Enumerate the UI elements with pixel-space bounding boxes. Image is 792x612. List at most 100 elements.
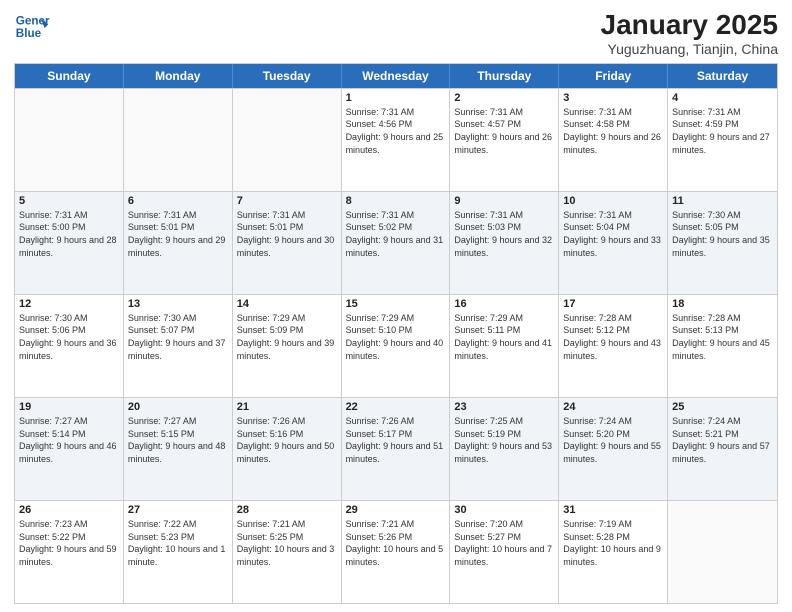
calendar-row: 5Sunrise: 7:31 AM Sunset: 5:00 PM Daylig…	[15, 191, 777, 294]
day-number: 20	[128, 401, 228, 413]
calendar-cell: 14 Sunrise: 7:29 AM Sunset: 5:09 PM Dayli…	[233, 295, 342, 397]
calendar-cell: 3 Sunrise: 7:31 AM Sunset: 4:58 PM Daylig…	[559, 89, 668, 191]
sun-info: Sunrise: 7:31 AM Sunset: 4:59 PM Dayligh…	[672, 106, 773, 156]
sun-info: Sunrise: 7:30 AM Sunset: 5:06 PM Dayligh…	[19, 312, 119, 362]
calendar-cell	[124, 89, 233, 191]
calendar-cell: 8Sunrise: 7:31 AM Sunset: 5:02 PM Daylig…	[342, 192, 451, 294]
calendar-cell: 19Sunrise: 7:27 AM Sunset: 5:14 PM Dayli…	[15, 398, 124, 500]
calendar-cell: 16 Sunrise: 7:29 AM Sunset: 5:11 PM Dayli…	[450, 295, 559, 397]
header: General Blue January 2025 Yuguzhuang, Ti…	[14, 10, 778, 57]
calendar-cell: 4 Sunrise: 7:31 AM Sunset: 4:59 PM Daylig…	[668, 89, 777, 191]
sun-info: Sunrise: 7:27 AM Sunset: 5:14 PM Dayligh…	[19, 415, 119, 465]
sun-info: Sunrise: 7:28 AM Sunset: 5:13 PM Dayligh…	[672, 312, 773, 362]
weekday-header: Thursday	[450, 64, 559, 88]
day-number: 31	[563, 504, 663, 516]
day-number: 23	[454, 401, 554, 413]
calendar-cell: 9Sunrise: 7:31 AM Sunset: 5:03 PM Daylig…	[450, 192, 559, 294]
day-number: 3	[563, 92, 663, 104]
sun-info: Sunrise: 7:31 AM Sunset: 4:58 PM Dayligh…	[563, 106, 663, 156]
calendar-row: 1 Sunrise: 7:31 AM Sunset: 4:56 PM Daylig…	[15, 88, 777, 191]
weekday-header: Saturday	[668, 64, 777, 88]
sun-info: Sunrise: 7:29 AM Sunset: 5:10 PM Dayligh…	[346, 312, 446, 362]
title-block: January 2025 Yuguzhuang, Tianjin, China	[601, 10, 778, 57]
calendar-cell: 28 Sunrise: 7:21 AM Sunset: 5:25 PM Dayli…	[233, 501, 342, 603]
day-number: 1	[346, 92, 446, 104]
sun-info: Sunrise: 7:24 AM Sunset: 5:21 PM Dayligh…	[672, 415, 773, 465]
calendar-cell: 30Sunrise: 7:20 AM Sunset: 5:27 PM Dayli…	[450, 501, 559, 603]
logo: General Blue	[14, 10, 50, 46]
sun-info: Sunrise: 7:31 AM Sunset: 5:04 PM Dayligh…	[563, 209, 663, 259]
sun-info: Sunrise: 7:29 AM Sunset: 5:11 PM Dayligh…	[454, 312, 554, 362]
sun-info: Sunrise: 7:30 AM Sunset: 5:07 PM Dayligh…	[128, 312, 228, 362]
weekday-header: Tuesday	[233, 64, 342, 88]
sun-info: Sunrise: 7:27 AM Sunset: 5:15 PM Dayligh…	[128, 415, 228, 465]
day-number: 9	[454, 195, 554, 207]
sun-info: Sunrise: 7:23 AM Sunset: 5:22 PM Dayligh…	[19, 518, 119, 568]
day-number: 28	[237, 504, 337, 516]
weekday-header: Friday	[559, 64, 668, 88]
calendar-row: 26Sunrise: 7:23 AM Sunset: 5:22 PM Dayli…	[15, 500, 777, 603]
day-number: 21	[237, 401, 337, 413]
calendar-row: 19Sunrise: 7:27 AM Sunset: 5:14 PM Dayli…	[15, 397, 777, 500]
day-number: 8	[346, 195, 446, 207]
calendar-cell	[668, 501, 777, 603]
calendar-body: 1 Sunrise: 7:31 AM Sunset: 4:56 PM Daylig…	[15, 88, 777, 603]
day-number: 14	[237, 298, 337, 310]
calendar-cell: 13 Sunrise: 7:30 AM Sunset: 5:07 PM Dayli…	[124, 295, 233, 397]
calendar-cell: 22 Sunrise: 7:26 AM Sunset: 5:17 PM Dayli…	[342, 398, 451, 500]
day-number: 15	[346, 298, 446, 310]
day-number: 13	[128, 298, 228, 310]
calendar-cell: 24 Sunrise: 7:24 AM Sunset: 5:20 PM Dayli…	[559, 398, 668, 500]
sun-info: Sunrise: 7:21 AM Sunset: 5:25 PM Dayligh…	[237, 518, 337, 568]
day-number: 27	[128, 504, 228, 516]
month-year: January 2025	[601, 10, 778, 41]
day-number: 17	[563, 298, 663, 310]
calendar-header: SundayMondayTuesdayWednesdayThursdayFrid…	[15, 64, 777, 88]
sun-info: Sunrise: 7:29 AM Sunset: 5:09 PM Dayligh…	[237, 312, 337, 362]
day-number: 11	[672, 195, 773, 207]
page: General Blue January 2025 Yuguzhuang, Ti…	[0, 0, 792, 612]
day-number: 18	[672, 298, 773, 310]
calendar-cell: 31 Sunrise: 7:19 AM Sunset: 5:28 PM Dayli…	[559, 501, 668, 603]
day-number: 12	[19, 298, 119, 310]
calendar-cell	[15, 89, 124, 191]
day-number: 29	[346, 504, 446, 516]
calendar-cell: 7Sunrise: 7:31 AM Sunset: 5:01 PM Daylig…	[233, 192, 342, 294]
sun-info: Sunrise: 7:30 AM Sunset: 5:05 PM Dayligh…	[672, 209, 773, 259]
sun-info: Sunrise: 7:31 AM Sunset: 4:57 PM Dayligh…	[454, 106, 554, 156]
sun-info: Sunrise: 7:19 AM Sunset: 5:28 PM Dayligh…	[563, 518, 663, 568]
sun-info: Sunrise: 7:24 AM Sunset: 5:20 PM Dayligh…	[563, 415, 663, 465]
sun-info: Sunrise: 7:26 AM Sunset: 5:17 PM Dayligh…	[346, 415, 446, 465]
sun-info: Sunrise: 7:25 AM Sunset: 5:19 PM Dayligh…	[454, 415, 554, 465]
sun-info: Sunrise: 7:22 AM Sunset: 5:23 PM Dayligh…	[128, 518, 228, 568]
sun-info: Sunrise: 7:28 AM Sunset: 5:12 PM Dayligh…	[563, 312, 663, 362]
calendar: SundayMondayTuesdayWednesdayThursdayFrid…	[14, 63, 778, 604]
calendar-cell: 10 Sunrise: 7:31 AM Sunset: 5:04 PM Dayli…	[559, 192, 668, 294]
calendar-cell: 11 Sunrise: 7:30 AM Sunset: 5:05 PM Dayli…	[668, 192, 777, 294]
calendar-cell: 20 Sunrise: 7:27 AM Sunset: 5:15 PM Dayli…	[124, 398, 233, 500]
calendar-cell: 27 Sunrise: 7:22 AM Sunset: 5:23 PM Dayli…	[124, 501, 233, 603]
calendar-cell: 23 Sunrise: 7:25 AM Sunset: 5:19 PM Dayli…	[450, 398, 559, 500]
calendar-cell: 15 Sunrise: 7:29 AM Sunset: 5:10 PM Dayli…	[342, 295, 451, 397]
location: Yuguzhuang, Tianjin, China	[601, 41, 778, 57]
day-number: 4	[672, 92, 773, 104]
day-number: 10	[563, 195, 663, 207]
day-number: 22	[346, 401, 446, 413]
weekday-header: Monday	[124, 64, 233, 88]
calendar-row: 12 Sunrise: 7:30 AM Sunset: 5:06 PM Dayli…	[15, 294, 777, 397]
day-number: 16	[454, 298, 554, 310]
calendar-cell: 6Sunrise: 7:31 AM Sunset: 5:01 PM Daylig…	[124, 192, 233, 294]
calendar-cell: 1 Sunrise: 7:31 AM Sunset: 4:56 PM Daylig…	[342, 89, 451, 191]
sun-info: Sunrise: 7:31 AM Sunset: 5:01 PM Dayligh…	[237, 209, 337, 259]
sun-info: Sunrise: 7:31 AM Sunset: 5:01 PM Dayligh…	[128, 209, 228, 259]
sun-info: Sunrise: 7:21 AM Sunset: 5:26 PM Dayligh…	[346, 518, 446, 568]
day-number: 25	[672, 401, 773, 413]
day-number: 30	[454, 504, 554, 516]
weekday-header: Sunday	[15, 64, 124, 88]
day-number: 24	[563, 401, 663, 413]
calendar-cell: 21Sunrise: 7:26 AM Sunset: 5:16 PM Dayli…	[233, 398, 342, 500]
day-number: 5	[19, 195, 119, 207]
calendar-cell: 29 Sunrise: 7:21 AM Sunset: 5:26 PM Dayli…	[342, 501, 451, 603]
sun-info: Sunrise: 7:31 AM Sunset: 4:56 PM Dayligh…	[346, 106, 446, 156]
calendar-cell: 25 Sunrise: 7:24 AM Sunset: 5:21 PM Dayli…	[668, 398, 777, 500]
